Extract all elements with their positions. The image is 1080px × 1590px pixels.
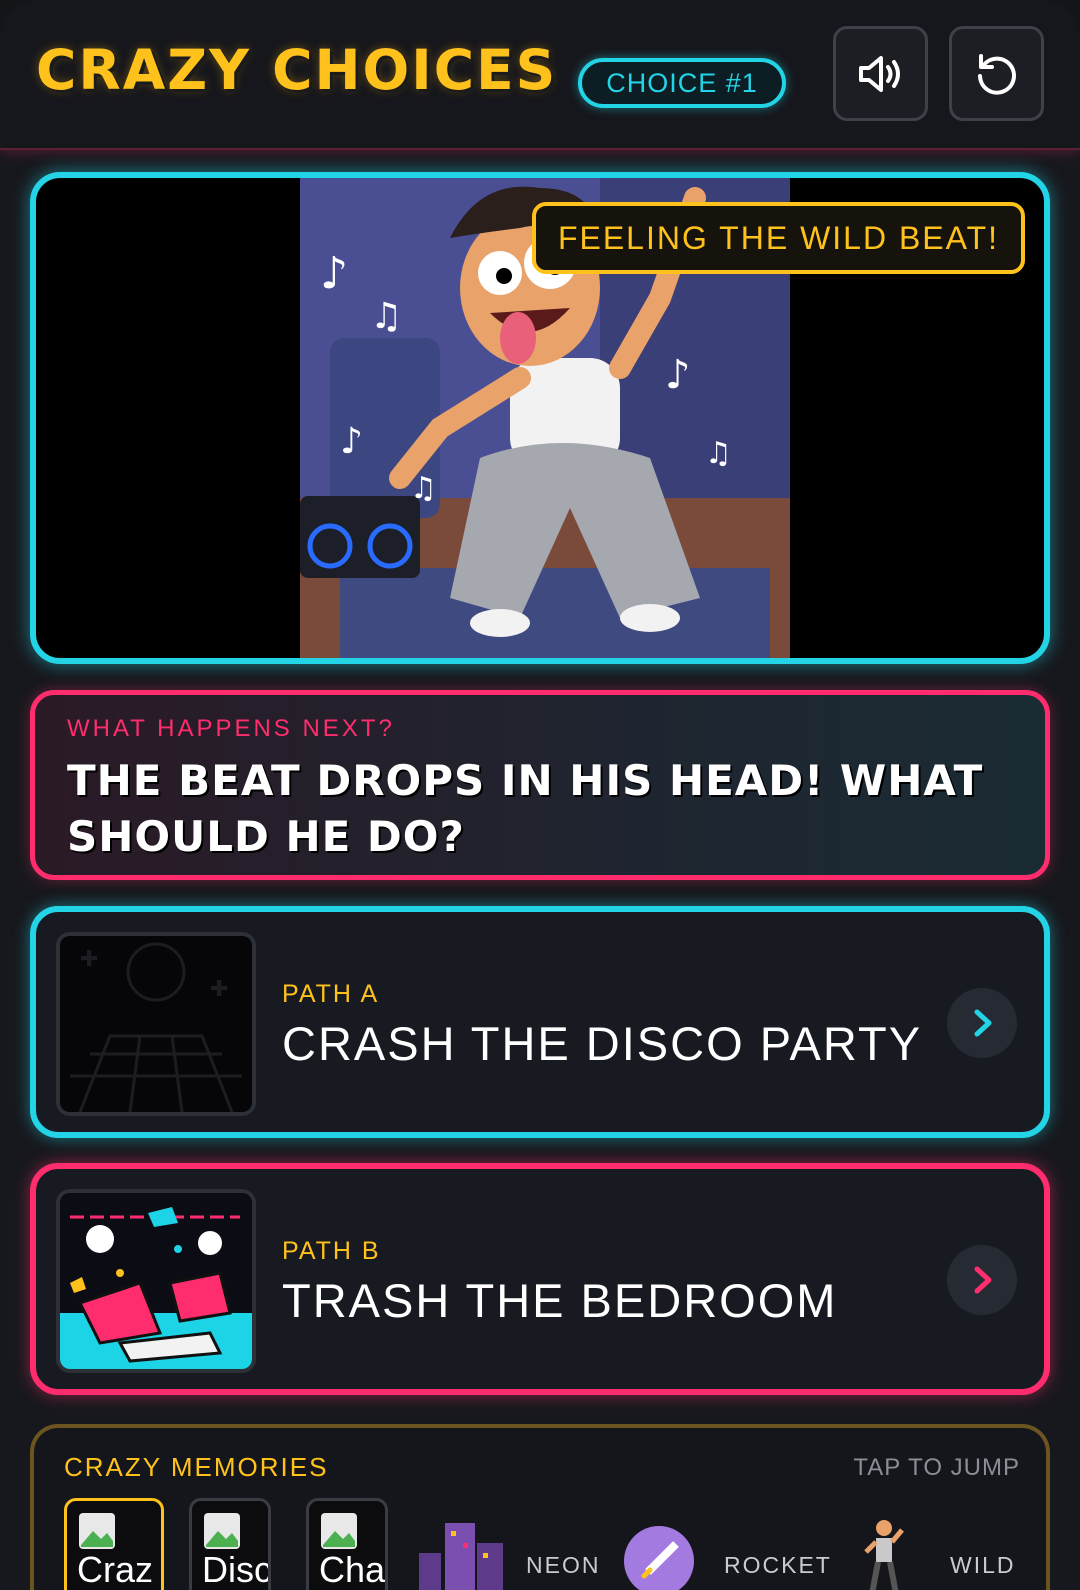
memory-word[interactable]: NEON bbox=[526, 1552, 600, 1579]
chevron-right-icon bbox=[974, 1009, 992, 1037]
memory-card[interactable]: Craz bbox=[64, 1498, 164, 1590]
svg-text:✚: ✚ bbox=[80, 947, 98, 972]
svg-text:✚: ✚ bbox=[210, 977, 228, 1002]
restart-button[interactable] bbox=[949, 26, 1044, 121]
scene-caption: FEELING THE WILD BEAT! bbox=[532, 202, 1025, 274]
option-thumbnail: ✚ ✚ bbox=[56, 932, 256, 1116]
broken-image-icon bbox=[204, 1513, 240, 1549]
neon-city-icon bbox=[419, 1523, 503, 1590]
option-thumbnail bbox=[56, 1189, 256, 1373]
disco-floor-thumbnail: ✚ ✚ bbox=[60, 936, 252, 1112]
header: CRAZY CHOICES CHOICE #1 bbox=[0, 0, 1080, 150]
memory-card[interactable]: Cha bbox=[306, 1498, 388, 1590]
svg-text:♫: ♫ bbox=[370, 296, 402, 337]
svg-text:♪: ♪ bbox=[320, 248, 348, 299]
option-text: CRASH THE DISCO PARTY bbox=[282, 1017, 923, 1070]
svg-text:♫: ♫ bbox=[410, 471, 437, 506]
messy-bedroom-thumbnail bbox=[60, 1193, 252, 1369]
question-text: THE BEAT DROPS IN HIS HEAD! WHAT SHOULD … bbox=[67, 756, 984, 861]
dancing-figure-icon bbox=[864, 1520, 904, 1590]
broken-image-icon bbox=[321, 1513, 357, 1549]
option-arrow[interactable] bbox=[947, 988, 1017, 1058]
broken-image-icon bbox=[79, 1513, 115, 1549]
option-text: TRASH THE BEDROOM bbox=[282, 1274, 838, 1327]
sound-button[interactable] bbox=[833, 26, 928, 121]
memory-word[interactable]: WILD bbox=[950, 1552, 1016, 1579]
question-label: WHAT HAPPENS NEXT? bbox=[67, 715, 395, 742]
app-root: CRAZY CHOICES CHOICE #1 ♪ ♫ ♪ ♫ ♪ ♫ FEEL… bbox=[0, 0, 1080, 1590]
memory-card[interactable]: Disc bbox=[189, 1498, 271, 1590]
option-path-a[interactable]: ✚ ✚ PATH A CRASH THE DISCO PARTY bbox=[30, 906, 1050, 1138]
option-arrow[interactable] bbox=[947, 1245, 1017, 1315]
question-panel: WHAT HAPPENS NEXT? THE BEAT DROPS IN HIS… bbox=[30, 690, 1050, 880]
app-title: CRAZY CHOICES bbox=[36, 38, 558, 102]
option-label: PATH B bbox=[282, 1237, 381, 1265]
chevron-right-icon bbox=[974, 1266, 992, 1294]
svg-text:♫: ♫ bbox=[705, 436, 732, 471]
svg-text:♪: ♪ bbox=[665, 352, 691, 398]
option-path-b[interactable]: PATH B TRASH THE BEDROOM bbox=[30, 1163, 1050, 1395]
svg-text:♪: ♪ bbox=[340, 421, 363, 462]
choice-badge: CHOICE #1 bbox=[578, 58, 786, 108]
restart-icon bbox=[977, 53, 1016, 95]
volume-icon bbox=[858, 55, 900, 92]
memory-card-text: Cha bbox=[319, 1549, 386, 1590]
scene-panel: ♪ ♫ ♪ ♫ ♪ ♫ FEELING THE WILD BEAT! bbox=[30, 172, 1050, 664]
memories-hint: TAP TO JUMP bbox=[853, 1454, 1020, 1481]
option-label: PATH A bbox=[282, 980, 380, 1008]
memory-card-text: Disc bbox=[202, 1549, 271, 1590]
memory-card-text: Craz bbox=[77, 1549, 154, 1590]
rocket-icon bbox=[624, 1526, 694, 1590]
memories-panel: CRAZY MEMORIES TAP TO JUMP Craz Disc Cha bbox=[30, 1424, 1050, 1590]
memories-title: CRAZY MEMORIES bbox=[64, 1452, 329, 1482]
memory-word[interactable]: ROCKET bbox=[724, 1552, 832, 1579]
